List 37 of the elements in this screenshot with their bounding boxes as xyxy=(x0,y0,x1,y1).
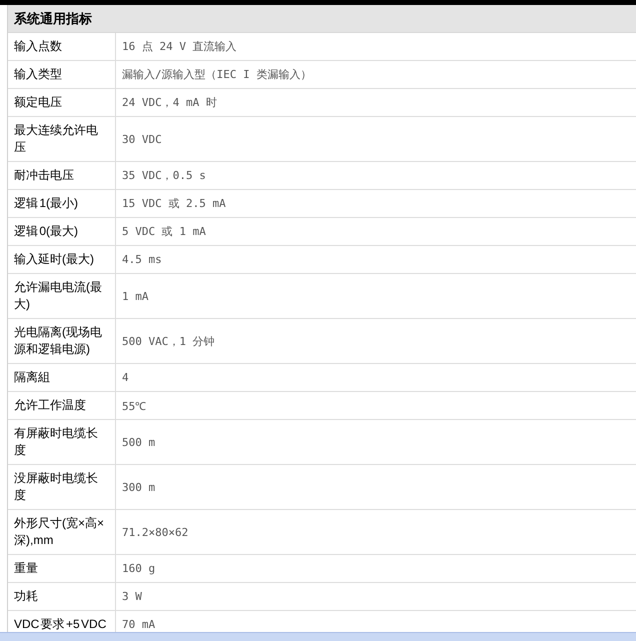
spec-value: 漏输入/源输入型（IEC I 类漏输入） xyxy=(122,67,312,82)
spec-value: 16 点 24 V 直流输入 xyxy=(122,39,237,54)
spec-label: 允许漏电电流(最大) xyxy=(8,274,116,318)
table-header: 系统通用指标 xyxy=(8,5,636,33)
spec-label: 允许工作温度 xyxy=(8,392,116,419)
spec-value: 71.2×80×62 xyxy=(122,526,188,538)
spec-value: 35 VDC，0.5 s xyxy=(122,168,206,183)
spec-label: 输入延时(最大) xyxy=(8,246,116,273)
spec-value: 5 VDC 或 1 mA xyxy=(122,224,206,239)
spec-label: 额定电压 xyxy=(8,89,116,116)
spec-label: 隔离組 xyxy=(8,364,116,391)
spec-label: 耐冲击电压 xyxy=(8,162,116,189)
spec-value: 24 VDC，4 mA 时 xyxy=(122,95,217,110)
spec-value: 300 m xyxy=(122,480,156,494)
spec-value: 160 g xyxy=(122,562,156,575)
scroll-bar[interactable] xyxy=(0,632,636,641)
spec-label: 外形尺寸(宽×高×深),mm xyxy=(8,510,116,554)
spec-value: 30 VDC xyxy=(122,132,162,146)
spec-value: 3 W xyxy=(122,590,142,603)
spec-label: 有屏蔽时电缆长度 xyxy=(8,420,116,464)
spec-label: 光电隔离(现场电源和逻辑电源) xyxy=(8,319,116,363)
spec-value: 500 VAC，1 分钟 xyxy=(122,334,215,348)
spec-label: 逻辑 1(最小) xyxy=(8,190,116,217)
spec-label: 重量 xyxy=(8,555,116,582)
spec-label: 逻辑 0(最大) xyxy=(8,218,116,245)
spec-value: 4.5 ms xyxy=(122,253,162,266)
spec-value: 55℃ xyxy=(122,399,146,413)
spec-label: 最大连续允许电压 xyxy=(8,117,116,161)
spec-value: 4 xyxy=(122,371,129,384)
spec-value: 70 mA xyxy=(122,618,156,631)
spec-label: 输入点数 xyxy=(8,33,116,60)
spec-label: 没屏蔽时电缆长度 xyxy=(8,465,116,509)
spec-value: 15 VDC 或 2.5 mA xyxy=(122,196,226,211)
spec-value: 1 mA xyxy=(122,290,148,302)
spec-value: 500 m xyxy=(122,436,156,448)
spec-label: 功耗 xyxy=(8,583,116,610)
spec-label: 输入类型 xyxy=(8,61,116,88)
